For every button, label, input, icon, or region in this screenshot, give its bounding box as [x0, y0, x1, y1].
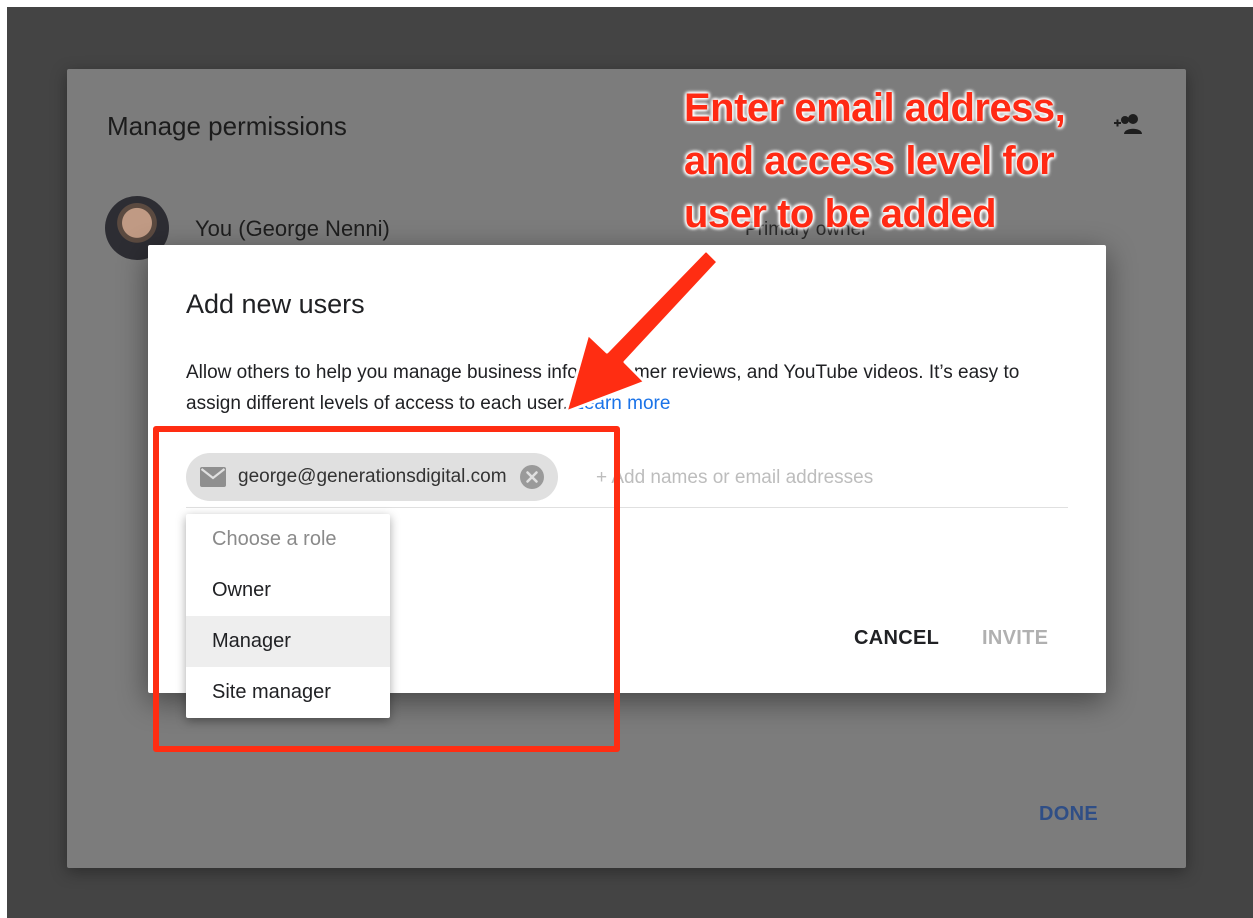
permissions-title: Manage permissions [107, 111, 347, 141]
invite-button[interactable]: INVITE [982, 627, 1048, 650]
annotation-highlight-box [153, 426, 620, 752]
learn-more-link[interactable]: Learn more [573, 393, 670, 414]
done-button[interactable]: DONE [1039, 803, 1098, 826]
permission-user-name: You (George Nenni) [195, 216, 390, 241]
add-users-description: Allow others to help you manage business… [186, 357, 1076, 419]
add-email-input[interactable] [594, 463, 1068, 493]
annotation-callout: Enter email address, and access level fo… [684, 86, 1066, 236]
cancel-button[interactable]: CANCEL [854, 627, 939, 650]
add-users-title: Add new users [186, 289, 365, 319]
